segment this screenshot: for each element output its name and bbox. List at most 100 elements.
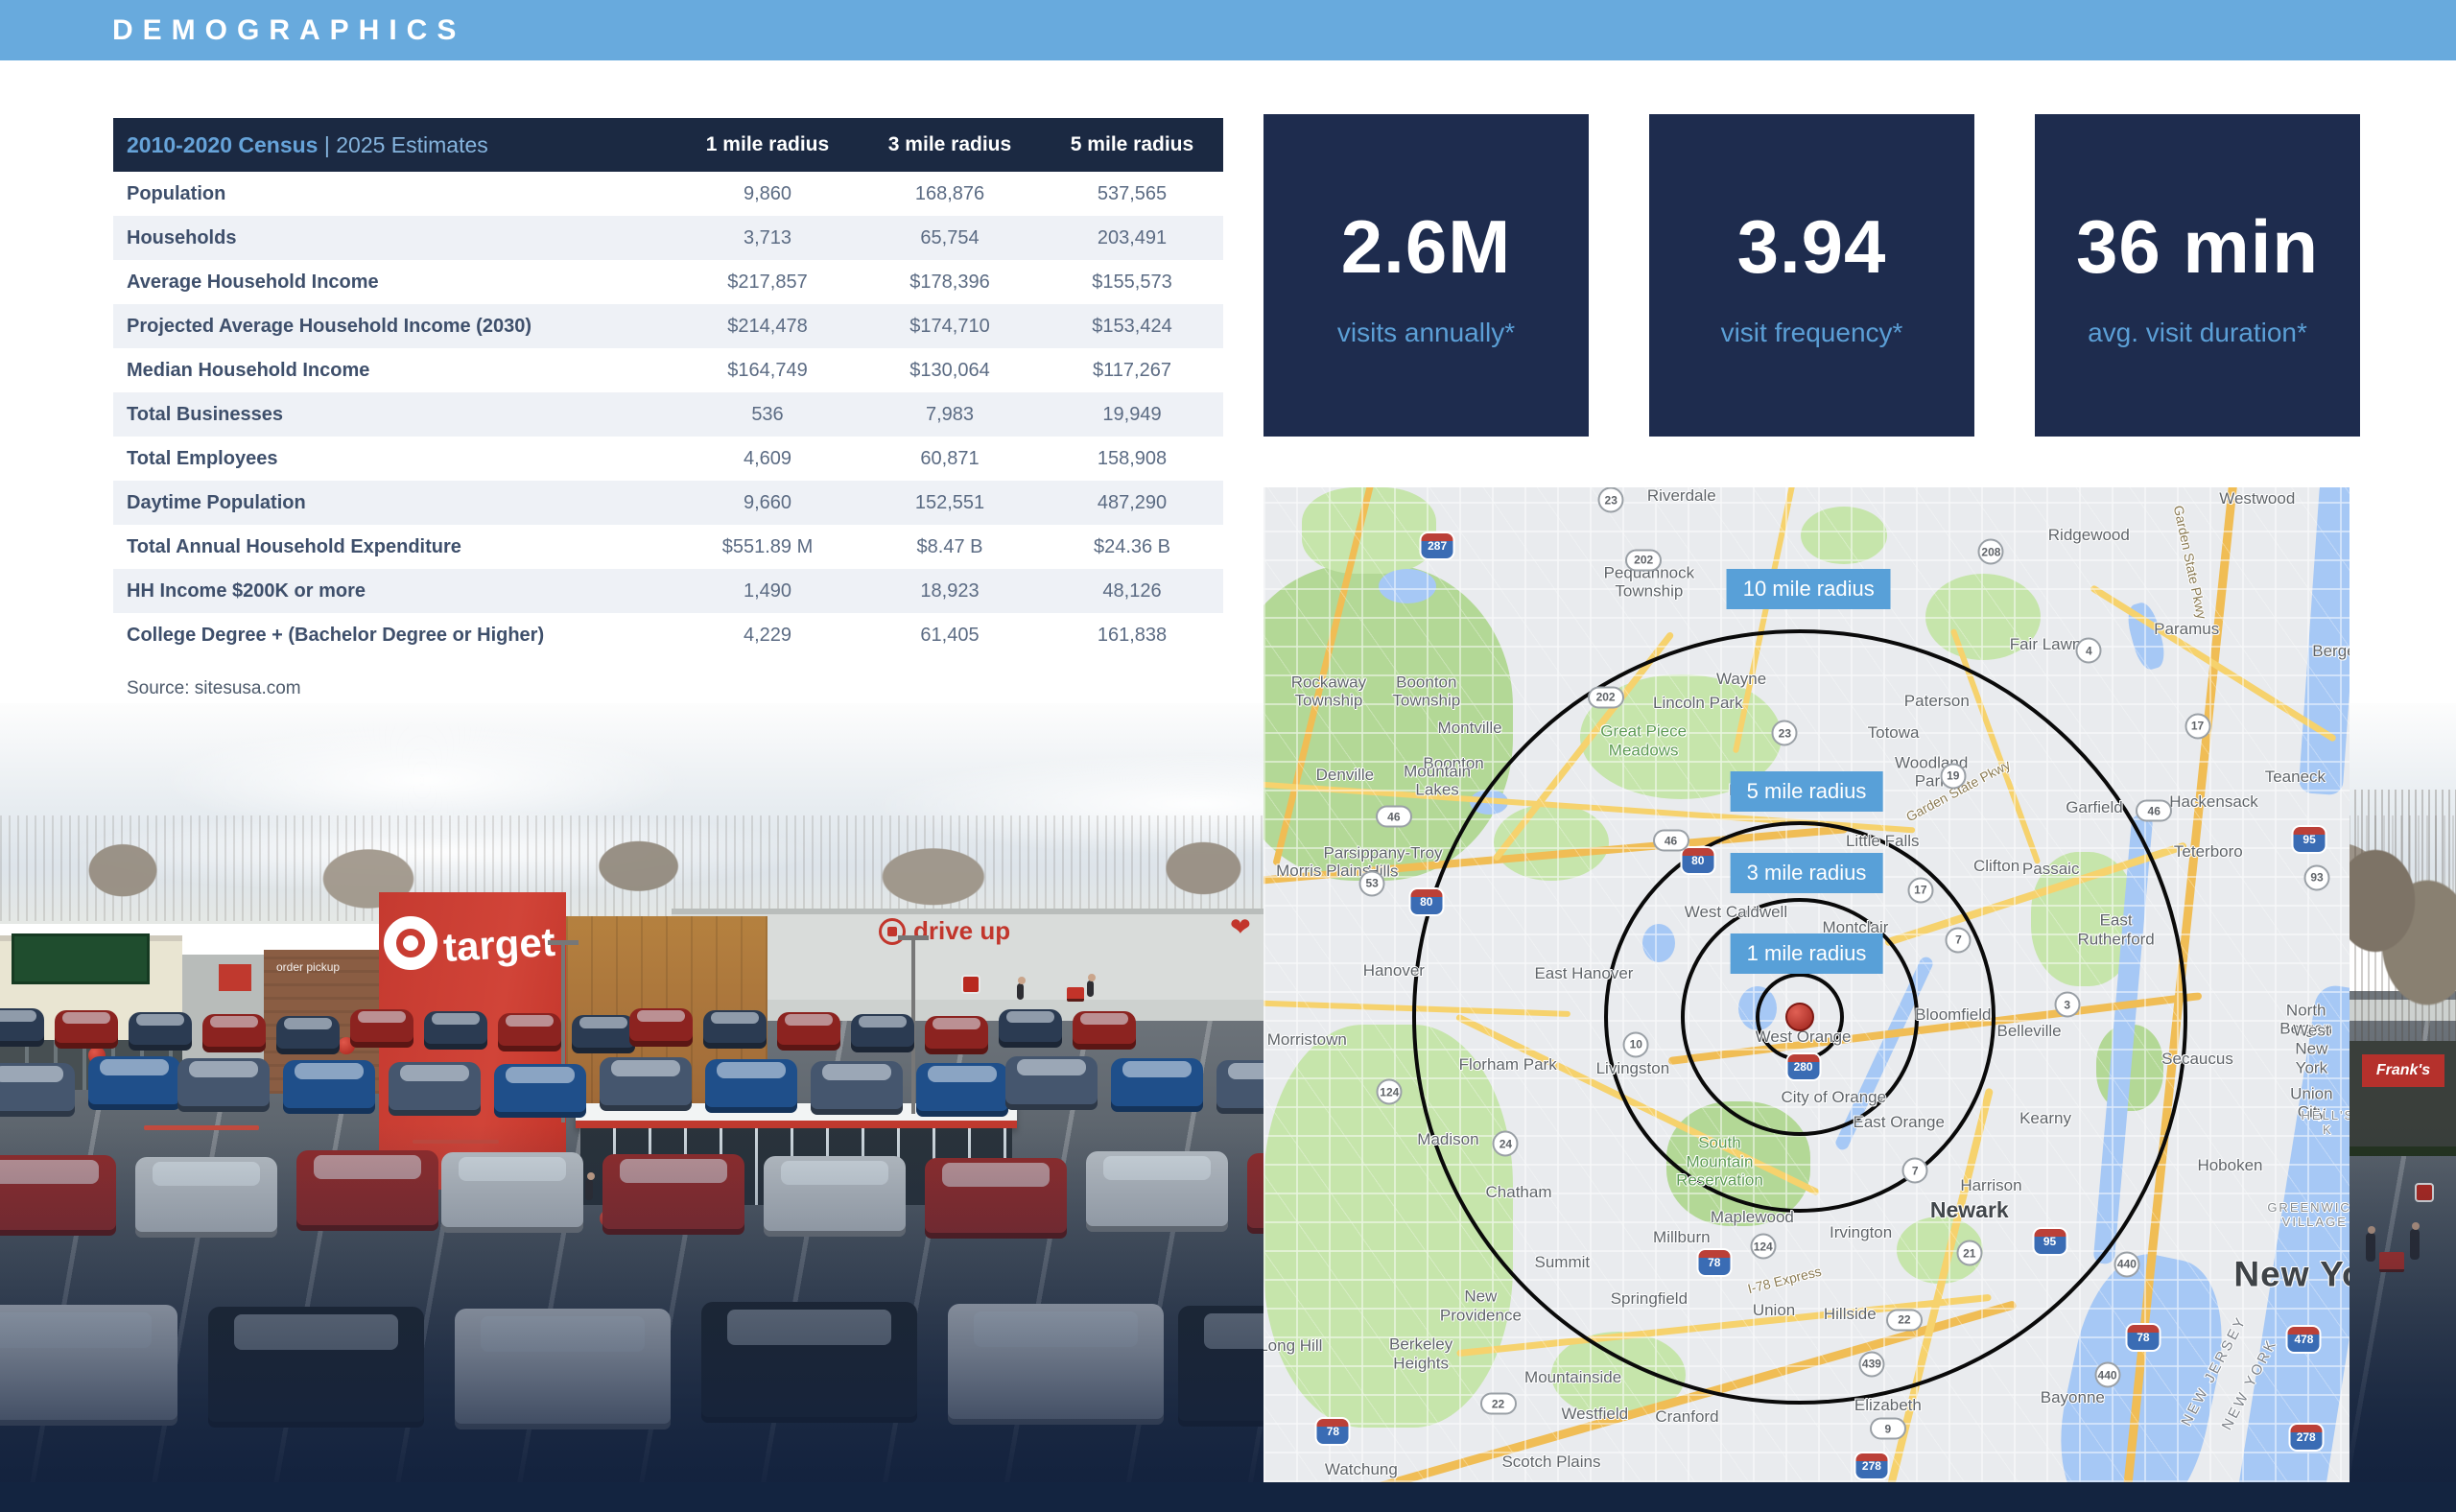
row-value: $24.36 B bbox=[1041, 536, 1223, 558]
map-city-label: Long Hill bbox=[1263, 1336, 1322, 1356]
row-label: Total Businesses bbox=[113, 404, 676, 426]
parked-car bbox=[600, 1057, 692, 1111]
route-shield: 280 bbox=[1787, 1054, 1819, 1079]
route-shield: 17 bbox=[1907, 877, 1933, 903]
map-city-label: Morris Plains bbox=[1276, 862, 1370, 882]
pedestrian bbox=[2366, 1233, 2375, 1262]
route-shield: 208 bbox=[1978, 539, 2004, 565]
row-value: 3,713 bbox=[676, 227, 859, 249]
row-value: 4,229 bbox=[676, 625, 859, 647]
row-value: $153,424 bbox=[1041, 316, 1223, 338]
parked-car bbox=[764, 1156, 906, 1237]
map-city-label: City of Orange bbox=[1781, 1088, 1886, 1107]
row-value: 9,660 bbox=[676, 492, 859, 514]
row-label: Total Annual Household Expenditure bbox=[113, 536, 676, 558]
row-value: 537,565 bbox=[1041, 183, 1223, 205]
pedestrian bbox=[1017, 983, 1024, 1000]
parked-car bbox=[948, 1304, 1164, 1425]
parked-car bbox=[208, 1307, 424, 1428]
row-label: Average Household Income bbox=[113, 272, 676, 294]
stat-value: 2.6M bbox=[1341, 203, 1511, 291]
stat-label: visit frequency* bbox=[1721, 318, 1903, 348]
map-area-label: GREENWICH VILLAGE bbox=[2267, 1201, 2350, 1230]
route-shield: 19 bbox=[1940, 763, 1966, 789]
route-shield: 440 bbox=[2094, 1362, 2120, 1388]
drive-up-cart-icon bbox=[879, 918, 906, 945]
map-city-label: Maplewood bbox=[1711, 1208, 1794, 1227]
parked-car bbox=[602, 1154, 744, 1235]
map-city-label: East Hanover bbox=[1534, 964, 1633, 983]
parked-car bbox=[177, 1058, 270, 1112]
route-shield: 24 bbox=[1493, 1131, 1519, 1157]
map-city-label: Florham Park bbox=[1459, 1056, 1557, 1075]
table-row: Projected Average Household Income (2030… bbox=[113, 304, 1223, 348]
light-pole-arm bbox=[548, 940, 579, 945]
radius-chip: 1 mile radius bbox=[1731, 933, 1883, 974]
parked-car bbox=[701, 1302, 917, 1423]
map-city-label: Berkeley Heights bbox=[1389, 1335, 1452, 1373]
parked-car bbox=[0, 1008, 44, 1047]
route-shield: 124 bbox=[1377, 1079, 1403, 1105]
route-shield: 80 bbox=[1410, 889, 1442, 914]
stat-card: 3.94visit frequency* bbox=[1649, 114, 1974, 437]
map-city-label: Bergen bbox=[2312, 642, 2350, 661]
stat-card: 36 minavg. visit duration* bbox=[2035, 114, 2360, 437]
map-park-label: South Mountain Reservation bbox=[1676, 1134, 1763, 1191]
row-value: 48,126 bbox=[1041, 580, 1223, 602]
map-city-label: Summit bbox=[1534, 1253, 1590, 1272]
route-shield: 93 bbox=[2304, 864, 2330, 890]
map-city-label: Morristown bbox=[1267, 1030, 1347, 1050]
parked-car bbox=[455, 1309, 671, 1429]
map-city-label: Hanover bbox=[1363, 961, 1425, 980]
map-city-label: Millburn bbox=[1653, 1228, 1711, 1247]
row-value: 203,491 bbox=[1041, 227, 1223, 249]
parked-car bbox=[276, 1016, 340, 1054]
parked-car bbox=[1086, 1151, 1228, 1232]
map-city-label: Elizabeth bbox=[1854, 1396, 1922, 1415]
map-city-label: Kearny bbox=[2019, 1110, 2071, 1129]
parked-car bbox=[424, 1011, 487, 1050]
map-city-label: Westwood bbox=[2219, 490, 2295, 509]
parked-car bbox=[851, 1014, 914, 1052]
target-wordmark: target bbox=[442, 919, 556, 971]
map-city-label: Secaucus bbox=[2161, 1050, 2233, 1069]
stat-label: visits annually* bbox=[1337, 318, 1515, 348]
parked-car bbox=[202, 1014, 266, 1052]
shopping-cart bbox=[2379, 1252, 2404, 1272]
map-city-label: Denville bbox=[1316, 766, 1374, 785]
map-city-label: Fair Lawn bbox=[2010, 635, 2082, 654]
map-city-label: Bloomfield bbox=[1915, 1005, 1991, 1025]
route-shield: 278 bbox=[2290, 1425, 2322, 1450]
parked-car bbox=[441, 1152, 583, 1233]
parked-car bbox=[999, 1009, 1062, 1048]
census-table-title: 2010-2020 Census | 2025 Estimates bbox=[113, 132, 676, 158]
parked-car bbox=[389, 1062, 481, 1116]
restaurant-storefront: Frank's bbox=[2350, 1041, 2456, 1156]
pedestrian bbox=[585, 1179, 593, 1200]
row-label: College Degree + (Bachelor Degree or Hig… bbox=[113, 625, 676, 647]
parked-car bbox=[0, 1155, 116, 1236]
table-row: Average Household Income$217,857$178,396… bbox=[113, 260, 1223, 304]
parked-car bbox=[572, 1015, 635, 1053]
table-row: Median Household Income$164,749$130,064$… bbox=[113, 348, 1223, 392]
route-shield: 23 bbox=[1772, 721, 1798, 746]
row-value: 168,876 bbox=[859, 183, 1041, 205]
table-row: Households3,71365,754203,491 bbox=[113, 216, 1223, 260]
table-row: HH Income $200K or more1,49018,92348,126 bbox=[113, 569, 1223, 613]
radius-map: RiverdaleWestwoodRidgewoodPequannock Tow… bbox=[1263, 487, 2350, 1482]
parked-car bbox=[135, 1157, 277, 1238]
light-pole-arm bbox=[898, 935, 929, 940]
map-center-pin bbox=[1785, 1003, 1814, 1031]
map-city-label: Garfield bbox=[2066, 798, 2123, 817]
route-shield: 78 bbox=[1317, 1419, 1349, 1444]
parked-car bbox=[1111, 1058, 1203, 1112]
row-value: 19,949 bbox=[1041, 404, 1223, 426]
row-value: $217,857 bbox=[676, 272, 859, 294]
row-value: $551.89 M bbox=[676, 536, 859, 558]
map-park-label: Great Piece Meadows bbox=[1600, 722, 1687, 760]
map-city-label: East Orange bbox=[1853, 1113, 1944, 1132]
parked-car bbox=[350, 1009, 413, 1048]
parked-car bbox=[494, 1064, 586, 1118]
parked-car bbox=[88, 1056, 180, 1110]
route-shield: 202 bbox=[1625, 549, 1662, 571]
